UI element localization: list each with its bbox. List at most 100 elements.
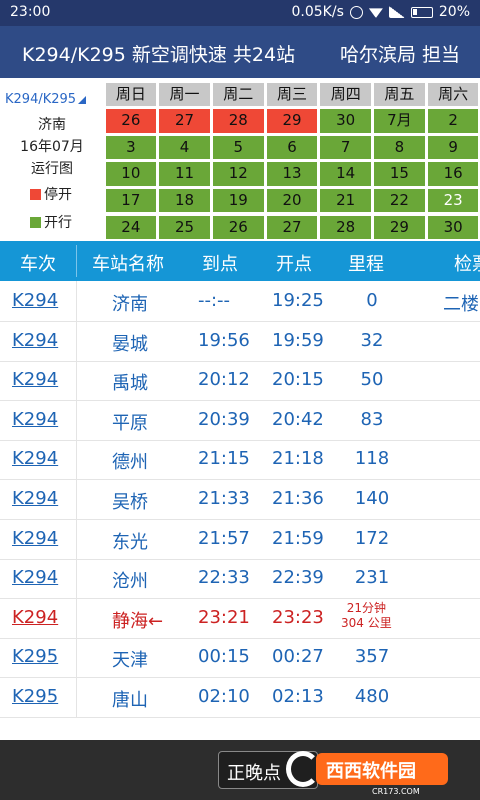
calendar-day: 25 (159, 215, 210, 240)
train-selector[interactable]: K294/K295 (5, 92, 87, 107)
station-name: 济南 (112, 294, 148, 315)
calendar-day: 12 (212, 162, 264, 186)
schedule-header: 车次 车站名称 到点 开点 里程 检票 (0, 241, 480, 281)
table-row[interactable]: K294 德州 21:15 21:18 118 (0, 439, 480, 481)
train-code-link[interactable]: K294 (12, 330, 58, 351)
calendar-day: 28 (320, 215, 372, 240)
train-code-link[interactable]: K294 (12, 567, 58, 588)
calendar-day: 17 (105, 188, 157, 213)
legend-run: 开行 (30, 212, 72, 232)
row-divider (76, 637, 77, 678)
calendar-day: 27 (266, 215, 318, 240)
calendar-day: 7月 (374, 109, 425, 133)
legend-stop: 停开 (30, 184, 72, 204)
calendar-day: 11 (159, 162, 210, 186)
arrive-time: 23:21 (198, 606, 250, 628)
table-row[interactable]: K294 平原 20:39 20:42 83 (0, 399, 480, 441)
weekday-header: 周日 (105, 82, 157, 107)
station-name: 静海← (112, 610, 164, 632)
station-name: 晏城 (112, 333, 148, 355)
distance: 480 (354, 686, 390, 707)
depart-time: 22:39 (272, 567, 324, 589)
watermark-c-icon (286, 751, 320, 787)
distance: 83 (360, 408, 384, 430)
legend-stop-label: 停开 (44, 187, 72, 203)
row-divider (76, 677, 77, 717)
station-name: 沧州 (112, 571, 148, 593)
depart-time: 23:23 (272, 606, 324, 628)
arrive-time: 20:39 (198, 408, 250, 430)
calendar-day: 8 (374, 135, 425, 160)
calendar-day: 26 (105, 109, 157, 133)
train-selector-label: K294/K295 (5, 92, 77, 107)
table-row[interactable]: K294 济南 --:-- 19:25 0 二楼 (0, 281, 480, 322)
calendar-grid: 周日 周一 周二 周三 周四 周五 周六 26 27 28 29 30 7月 2 3 4 5 6 7 8 9 10 11 12… (104, 81, 480, 240)
calendar-day: 7 (320, 135, 372, 160)
row-divider (76, 518, 77, 559)
table-row[interactable]: K294 晏城 19:56 19:59 32 (0, 320, 480, 362)
train-code-link[interactable]: K294 (12, 409, 58, 430)
col-depart: 开点 (276, 254, 312, 275)
train-code-link[interactable]: K295 (12, 646, 58, 667)
battery-percent: 20% (438, 4, 470, 20)
network-speed: 0.05K/s (291, 4, 344, 20)
red-square-icon (30, 188, 41, 200)
row-divider (76, 439, 77, 480)
table-row[interactable]: K294 东光 21:57 21:59 172 (0, 518, 480, 560)
status-time: 23:00 (10, 4, 51, 20)
col-station: 车站名称 (92, 254, 164, 275)
train-code-link[interactable]: K294 (12, 369, 58, 390)
train-code-link[interactable]: K294 (12, 290, 58, 311)
bureau-label: 哈尔滨局 担当 (340, 44, 461, 66)
row-divider (76, 281, 77, 321)
station-name: 德州 (112, 452, 148, 474)
calendar-chart-label: 运行图 (31, 161, 73, 177)
calendar-day: 21 (320, 188, 372, 213)
row-divider (76, 320, 77, 361)
train-code-link[interactable]: K294 (12, 528, 58, 549)
train-code-link[interactable]: K294 (12, 607, 58, 628)
table-row[interactable]: K294 静海← 23:21 23:23 21分钟 304 公里 (0, 597, 480, 639)
distance: 231 (354, 567, 390, 589)
depart-time: 20:42 (272, 408, 324, 430)
weekday-header: 周二 (212, 82, 264, 107)
row-divider (76, 597, 77, 638)
train-code-link[interactable]: K294 (12, 448, 58, 469)
table-row[interactable]: K295 天津 00:15 00:27 357 (0, 637, 480, 679)
station-name: 东光 (112, 531, 148, 553)
table-row[interactable]: K295 唐山 02:10 02:13 480 (0, 677, 480, 718)
check-gate: 二楼 (443, 294, 479, 315)
green-square-icon (30, 216, 41, 228)
depart-time: 21:36 (272, 488, 324, 509)
table-row[interactable]: K294 禹城 20:12 20:15 50 (0, 360, 480, 402)
calendar-day: 19 (212, 188, 264, 213)
station-name: 天津 (112, 650, 148, 672)
arrive-time: 19:56 (198, 329, 250, 351)
table-row[interactable]: K294 吴桥 21:33 21:36 140 (0, 479, 480, 520)
watermark-text: 西西软件园 (326, 761, 416, 782)
train-code-link[interactable]: K295 (12, 686, 58, 707)
calendar-day: 10 (105, 162, 157, 186)
col-dist: 里程 (348, 254, 384, 275)
distance: 50 (360, 369, 384, 391)
calendar-day: 26 (212, 215, 264, 240)
alarm-icon (349, 5, 363, 19)
row-divider (76, 558, 77, 599)
train-code-link[interactable]: K294 (12, 488, 58, 509)
arrive-time: --:-- (198, 290, 231, 311)
distance: 0 (366, 290, 378, 311)
row-divider (76, 360, 77, 401)
calendar-month: 16年07月 (20, 139, 84, 155)
calendar-day: 2 (427, 109, 479, 133)
distance: 172 (354, 527, 390, 549)
arrive-time: 22:33 (198, 567, 250, 589)
app-header: K294/K295 新空调快速 共24站 哈尔滨局 担当 (0, 26, 480, 78)
weekday-header: 周六 (427, 82, 479, 107)
table-row[interactable]: K294 沧州 22:33 22:39 231 (0, 558, 480, 600)
header-divider (76, 245, 77, 277)
calendar-day: 15 (374, 162, 425, 186)
station-name: 禹城 (112, 373, 148, 395)
calendar-day: 14 (320, 162, 372, 186)
calendar-day: 22 (374, 188, 425, 213)
calendar-day: 20 (266, 188, 318, 213)
